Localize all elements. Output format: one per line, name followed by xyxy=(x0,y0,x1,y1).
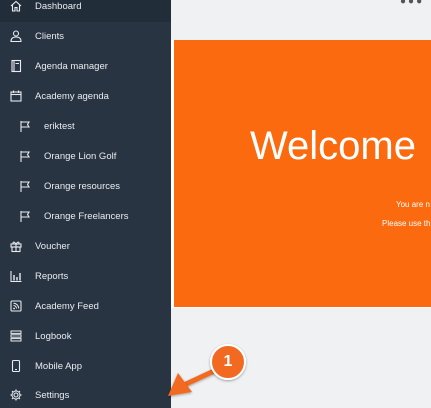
sidebar-item-label: Clients xyxy=(35,31,65,42)
sidebar-item-mobile-app[interactable]: Mobile App xyxy=(0,352,171,382)
sidebar-item-label: eriktest xyxy=(44,121,75,132)
sidebar-item-label: Logbook xyxy=(35,331,72,342)
sidebar-item-label: Academy Feed xyxy=(35,301,99,312)
sidebar-item-academy-feed[interactable]: Academy Feed xyxy=(0,292,171,322)
sidebar-item-academy-agenda[interactable]: Academy agenda xyxy=(0,82,171,112)
list-icon xyxy=(9,329,23,343)
sidebar: Dashboard Clients Agenda manager Academy… xyxy=(0,0,171,408)
welcome-line-2: Please use th xyxy=(382,219,431,228)
welcome-banner: Welcome You are n Please use th xyxy=(174,40,431,307)
sidebar-item-logbook[interactable]: Logbook xyxy=(0,322,171,352)
sidebar-item-label: Agenda manager xyxy=(35,61,108,72)
flag-icon xyxy=(18,179,32,193)
rss-icon xyxy=(9,299,23,313)
sidebar-item-label: Academy agenda xyxy=(35,91,109,102)
user-icon xyxy=(9,29,23,43)
flag-icon xyxy=(18,209,32,223)
callout-number-badge: 1 xyxy=(223,353,233,370)
more-options-icon[interactable]: ●●● xyxy=(400,0,424,7)
sidebar-item-clients[interactable]: Clients xyxy=(0,22,171,52)
sidebar-subitem-orange-lion-golf[interactable]: Orange Lion Golf xyxy=(0,142,171,172)
sidebar-item-agenda-manager[interactable]: Agenda manager xyxy=(0,52,171,82)
sidebar-item-label: Voucher xyxy=(35,241,70,252)
sidebar-item-label: Dashboard xyxy=(35,1,82,12)
sidebar-item-voucher[interactable]: Voucher xyxy=(0,232,171,262)
sidebar-subitem-eriktest[interactable]: eriktest xyxy=(0,112,171,142)
sidebar-item-label: Orange resources xyxy=(44,181,121,192)
sidebar-item-label: Orange Lion Golf xyxy=(44,151,117,162)
sidebar-item-label: Reports xyxy=(35,271,69,282)
bar-chart-icon xyxy=(9,269,23,283)
sidebar-subitem-orange-resources[interactable]: Orange resources xyxy=(0,172,171,202)
flag-icon xyxy=(18,119,32,133)
sidebar-item-label: Settings xyxy=(35,390,70,401)
welcome-line-1: You are n xyxy=(396,200,430,209)
home-icon xyxy=(9,0,23,13)
flag-icon xyxy=(18,149,32,163)
welcome-title: Welcome xyxy=(250,124,416,168)
sidebar-subitem-orange-freelancers[interactable]: Orange Freelancers xyxy=(0,202,171,232)
gift-icon xyxy=(9,239,23,253)
sidebar-item-settings[interactable]: Settings xyxy=(0,381,171,408)
sidebar-item-label: Mobile App xyxy=(35,361,83,372)
book-icon xyxy=(9,59,23,73)
sidebar-item-reports[interactable]: Reports xyxy=(0,262,171,292)
sidebar-item-label: Orange Freelancers xyxy=(44,211,129,222)
calendar-icon xyxy=(9,89,23,103)
app-window: Dashboard Clients Agenda manager Academy… xyxy=(0,0,431,408)
sidebar-item-dashboard[interactable]: Dashboard xyxy=(0,0,171,22)
mobile-icon xyxy=(9,359,23,373)
gear-icon xyxy=(9,388,23,402)
